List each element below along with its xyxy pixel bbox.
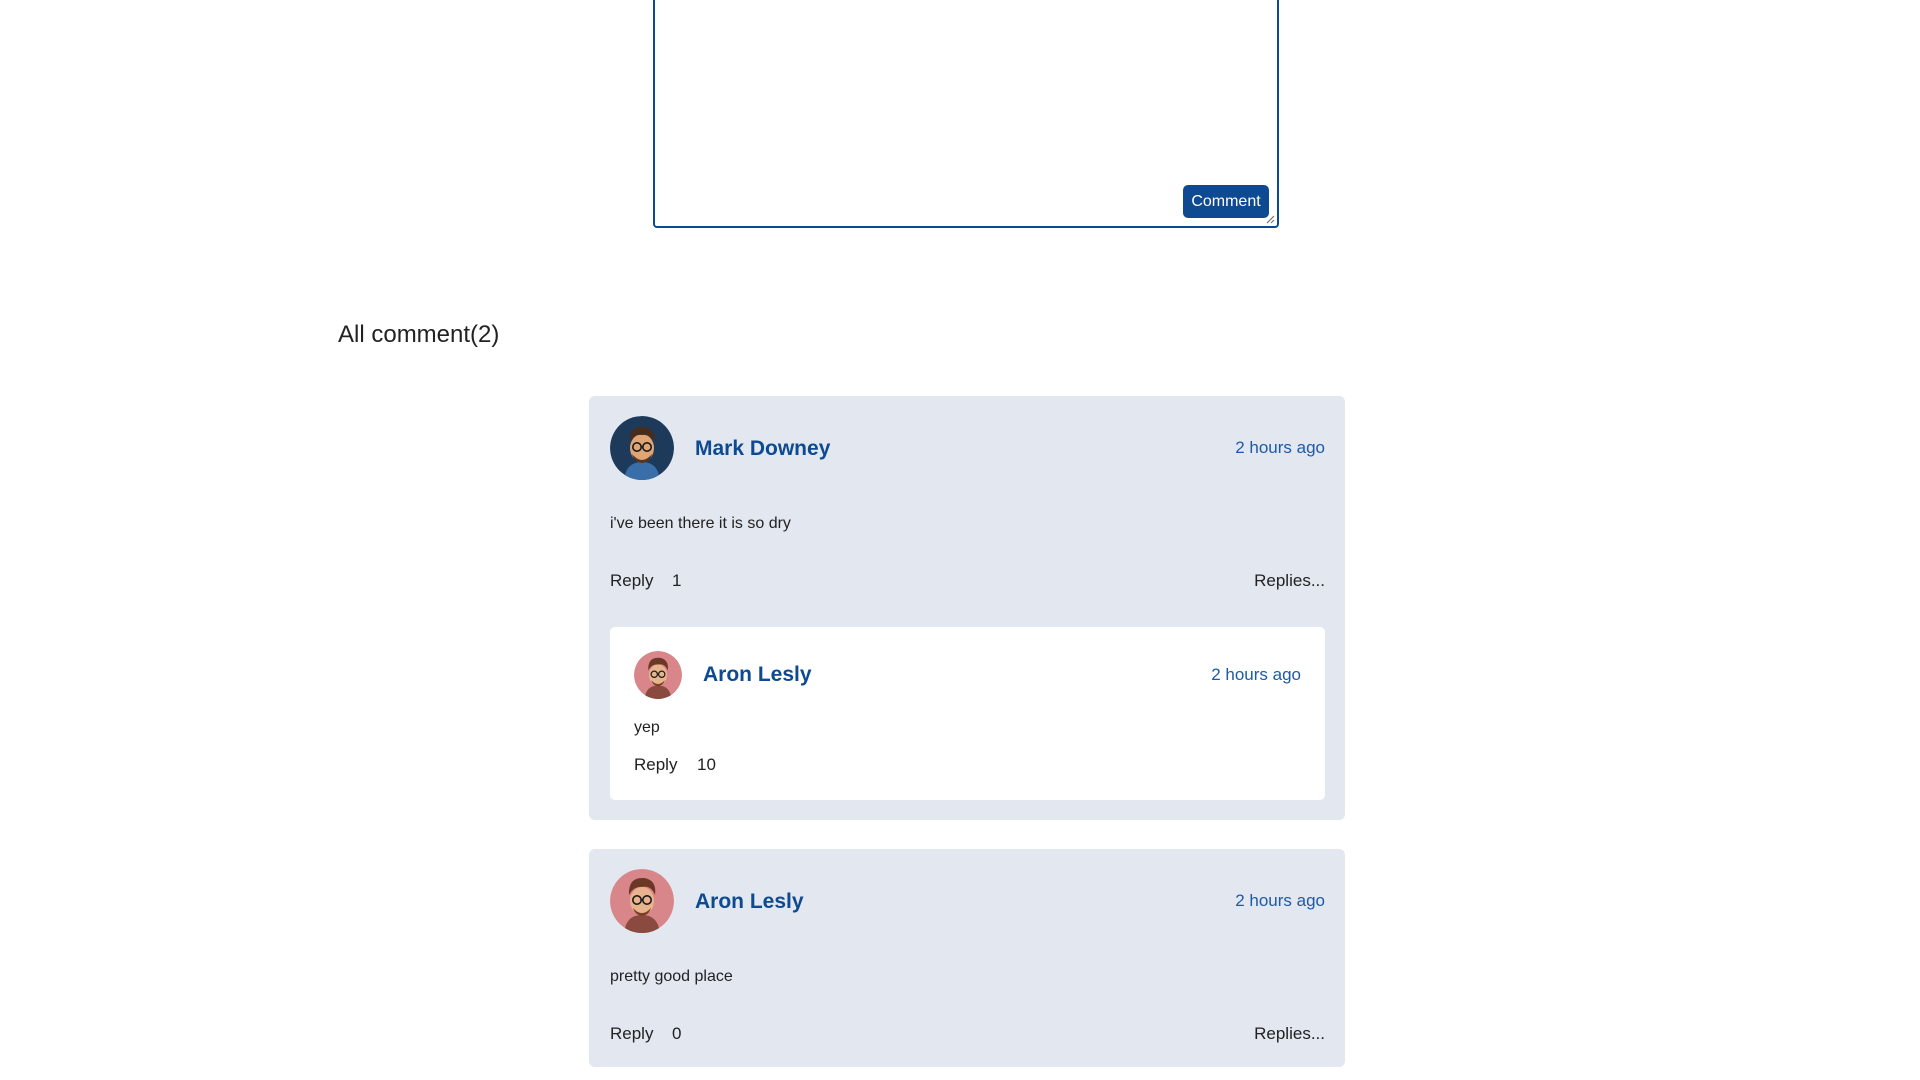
- avatar-aron-lesly-icon: [610, 869, 674, 933]
- avatar: [610, 869, 674, 933]
- reply-button[interactable]: Reply: [610, 1024, 653, 1044]
- comment-card: Aron Lesly 2 hours ago pretty good place…: [589, 849, 1345, 1067]
- reply-author[interactable]: Aron Lesly: [703, 663, 812, 687]
- all-comments-title: All comment(2): [338, 321, 500, 348]
- comment-author[interactable]: Mark Downey: [695, 437, 830, 461]
- replies-toggle[interactable]: Replies...: [1254, 571, 1325, 591]
- reply-text: yep: [634, 719, 660, 736]
- avatar-aron-lesly-icon: [634, 651, 682, 699]
- comment-submit-button[interactable]: Comment: [1183, 185, 1269, 218]
- comments-page: Comment All comment(2) Mark Downey 2 hou…: [0, 0, 1920, 1080]
- reply-count: 10: [697, 755, 716, 774]
- replies-toggle[interactable]: Replies...: [1254, 1024, 1325, 1044]
- reply-count: 1: [672, 571, 682, 590]
- avatar: [634, 651, 682, 699]
- comment-author[interactable]: Aron Lesly: [695, 890, 804, 914]
- comment-text: pretty good place: [610, 968, 733, 985]
- avatar-mark-downey-icon: [610, 416, 674, 480]
- comment-card: Mark Downey 2 hours ago i've been there …: [589, 396, 1345, 820]
- comment-time: 2 hours ago: [1235, 438, 1325, 457]
- reply-count: 0: [672, 1024, 682, 1043]
- reply-time: 2 hours ago: [1211, 665, 1301, 684]
- comment-text: i've been there it is so dry: [610, 515, 791, 532]
- reply-button[interactable]: Reply: [610, 571, 653, 591]
- avatar: [610, 416, 674, 480]
- reply-card: Aron Lesly 2 hours ago yep Reply 10: [610, 627, 1325, 800]
- comment-time: 2 hours ago: [1235, 891, 1325, 910]
- reply-button[interactable]: Reply: [634, 755, 677, 775]
